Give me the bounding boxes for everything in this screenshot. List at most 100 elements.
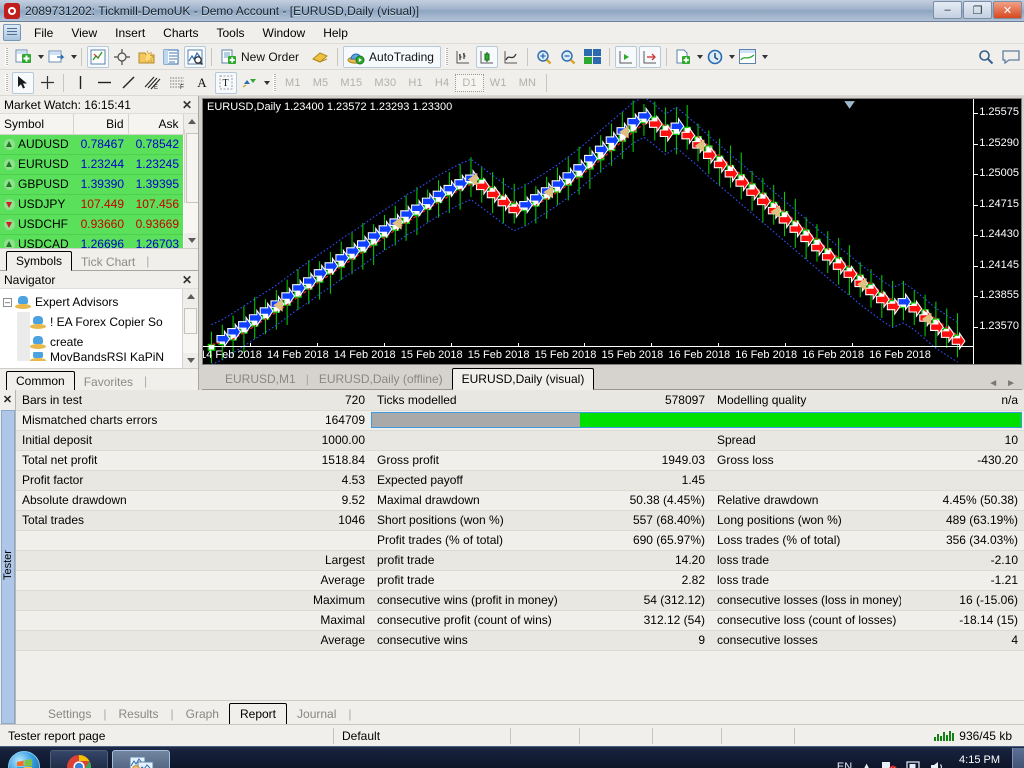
toolbar-grip-2[interactable] [445, 48, 448, 66]
tab-tick-chart[interactable]: Tick Chart [72, 253, 144, 271]
text-label-tool-icon[interactable]: T [215, 72, 237, 94]
table-row[interactable]: Initial deposit 1000.00 Spread 10 [16, 430, 1024, 450]
candlestick-chart-icon[interactable] [476, 46, 498, 68]
toolbar-grip-3[interactable] [5, 74, 8, 92]
price-chart[interactable]: EURUSD,Daily 1.23400 1.23572 1.23293 1.2… [202, 98, 1022, 365]
tab-graph[interactable]: Graph [176, 704, 229, 724]
navigator-scrollbar[interactable] [182, 289, 198, 368]
status-profile[interactable]: Default [334, 725, 510, 746]
period-clock-icon[interactable] [704, 46, 726, 68]
tile-windows-icon[interactable] [581, 46, 604, 68]
scroll-down-icon[interactable] [184, 233, 198, 248]
close-button[interactable]: ✕ [993, 1, 1022, 19]
table-row[interactable]: Maximum consecutive wins (profit in mone… [16, 590, 1024, 610]
timeframe-m5[interactable]: M5 [307, 75, 335, 91]
table-row[interactable]: Profit trades (% of total) 690 (65.97%) … [16, 530, 1024, 550]
auto-scroll-icon[interactable] [639, 46, 661, 68]
timeframe-d1[interactable]: D1 [455, 74, 483, 92]
period-dropdown-icon[interactable] [729, 55, 735, 59]
menu-item-insert[interactable]: Insert [106, 24, 154, 42]
zoom-out-icon[interactable] [557, 46, 579, 68]
terminal-icon[interactable] [184, 46, 206, 68]
tester-close-icon[interactable]: ✕ [3, 390, 12, 406]
column-header-symbol[interactable]: Symbol [0, 114, 73, 134]
line-chart-icon[interactable] [500, 46, 522, 68]
tab-favorites[interactable]: Favorites [75, 373, 142, 391]
table-row[interactable]: Largest profit trade 14.20 loss trade -2… [16, 550, 1024, 570]
new-order-button[interactable]: New Order [217, 46, 306, 68]
chart-tab-prev-icon[interactable]: ◄ [988, 378, 998, 389]
tab-report[interactable]: Report [229, 703, 287, 724]
table-row[interactable]: Bars in test 720 Ticks modelled 578097 M… [16, 390, 1024, 410]
table-row[interactable]: AUDUSD 0.78467 0.78542 [0, 134, 183, 154]
table-row[interactable]: USDCHF 0.93660 0.93669 [0, 214, 183, 234]
new-chart-icon[interactable] [12, 46, 35, 68]
action-center-icon[interactable] [906, 760, 921, 768]
tab-journal[interactable]: Journal [287, 704, 346, 724]
trendline-icon[interactable] [117, 72, 139, 94]
navigator-close-icon[interactable]: ✕ [182, 273, 194, 287]
data-window-icon[interactable] [135, 46, 158, 68]
profiles-dropdown-icon[interactable] [71, 55, 77, 59]
indicators-dropdown-icon[interactable] [762, 55, 768, 59]
tree-node-expert-advisors[interactable]: – Expert Advisors [3, 292, 182, 312]
network-icon[interactable] [881, 760, 897, 768]
scroll-thumb[interactable] [186, 133, 199, 203]
new-chart-dropdown-icon[interactable] [38, 55, 44, 59]
profiles-icon[interactable] [45, 46, 68, 68]
tree-item-ea-forex-copier[interactable]: ! EA Forex Copier So [3, 312, 182, 332]
autotrading-button[interactable]: AutoTrading [343, 46, 441, 68]
tester-vertical-tab[interactable]: Tester [1, 410, 15, 724]
table-row[interactable]: Average consecutive wins 9 consecutive l… [16, 630, 1024, 650]
market-watch-close-icon[interactable]: ✕ [182, 98, 194, 112]
scroll-down-icon[interactable] [183, 353, 199, 368]
fibonacci-icon[interactable]: F [166, 72, 189, 94]
crosshair-icon[interactable] [111, 46, 133, 68]
timeframe-w1[interactable]: W1 [484, 75, 513, 91]
timeframe-m1[interactable]: M1 [279, 75, 307, 91]
market-watch-icon[interactable] [87, 46, 109, 68]
timeframe-m30[interactable]: M30 [368, 75, 402, 91]
show-desktop-button[interactable] [1012, 748, 1024, 768]
arrows-dropdown-icon[interactable] [264, 81, 270, 85]
taskbar-item-chrome[interactable] [50, 750, 108, 768]
column-header-bid[interactable]: Bid [73, 114, 128, 134]
table-row[interactable]: Total net profit 1518.84 Gross profit 19… [16, 450, 1024, 470]
templates-dropdown-icon[interactable] [697, 55, 703, 59]
tab-symbols[interactable]: Symbols [6, 251, 72, 271]
scroll-up-icon[interactable] [183, 289, 199, 304]
column-header-ask[interactable]: Ask [128, 114, 183, 134]
chat-icon[interactable] [999, 46, 1023, 68]
menu-item-tools[interactable]: Tools [208, 24, 254, 42]
minimize-button[interactable]: – [933, 1, 962, 19]
taskbar-item-metatrader[interactable] [112, 750, 170, 768]
restore-button[interactable]: ❐ [963, 1, 992, 19]
chart-tab-eurusd-daily-offline[interactable]: EURUSD,Daily (offline) [310, 369, 452, 389]
equidistant-channel-icon[interactable]: E [141, 72, 164, 94]
taskbar-clock[interactable]: 4:15 PM 2/21/2018 [955, 753, 1004, 768]
scroll-up-icon[interactable] [184, 114, 198, 129]
table-row[interactable]: Absolute drawdown 9.52 Maximal drawdown … [16, 490, 1024, 510]
cursor-icon[interactable] [12, 72, 34, 94]
text-tool-icon[interactable]: A [191, 72, 213, 94]
table-row[interactable]: Mismatched charts errors 164709 [16, 410, 1024, 430]
table-row[interactable]: EURUSD 1.23244 1.23245 [0, 154, 183, 174]
collapse-icon[interactable]: – [3, 298, 12, 307]
table-row[interactable]: USDCAD 1.26696 1.26703 [0, 234, 183, 248]
chart-tab-eurusd-m1[interactable]: EURUSD,M1 [216, 369, 305, 389]
start-button[interactable] [2, 749, 46, 768]
market-watch-scrollbar[interactable] [184, 114, 199, 248]
menu-item-file[interactable]: File [25, 24, 62, 42]
timeframe-h4[interactable]: H4 [429, 75, 455, 91]
show-hidden-icons-icon[interactable]: ▲ [861, 761, 872, 768]
tree-item-movbandsrsi[interactable]: MovBandsRSI KaPiN [3, 352, 182, 361]
arrows-icon[interactable] [239, 72, 261, 94]
timeframe-m15[interactable]: M15 [334, 75, 368, 91]
tab-settings[interactable]: Settings [38, 704, 101, 724]
language-indicator[interactable]: EN [837, 761, 852, 768]
time-axis[interactable]: 14 Feb 201814 Feb 201814 Feb 201815 Feb … [203, 346, 973, 364]
horizontal-line-icon[interactable] [93, 72, 115, 94]
volume-icon[interactable] [930, 760, 946, 768]
menu-item-charts[interactable]: Charts [154, 24, 207, 42]
menu-item-help[interactable]: Help [314, 24, 357, 42]
